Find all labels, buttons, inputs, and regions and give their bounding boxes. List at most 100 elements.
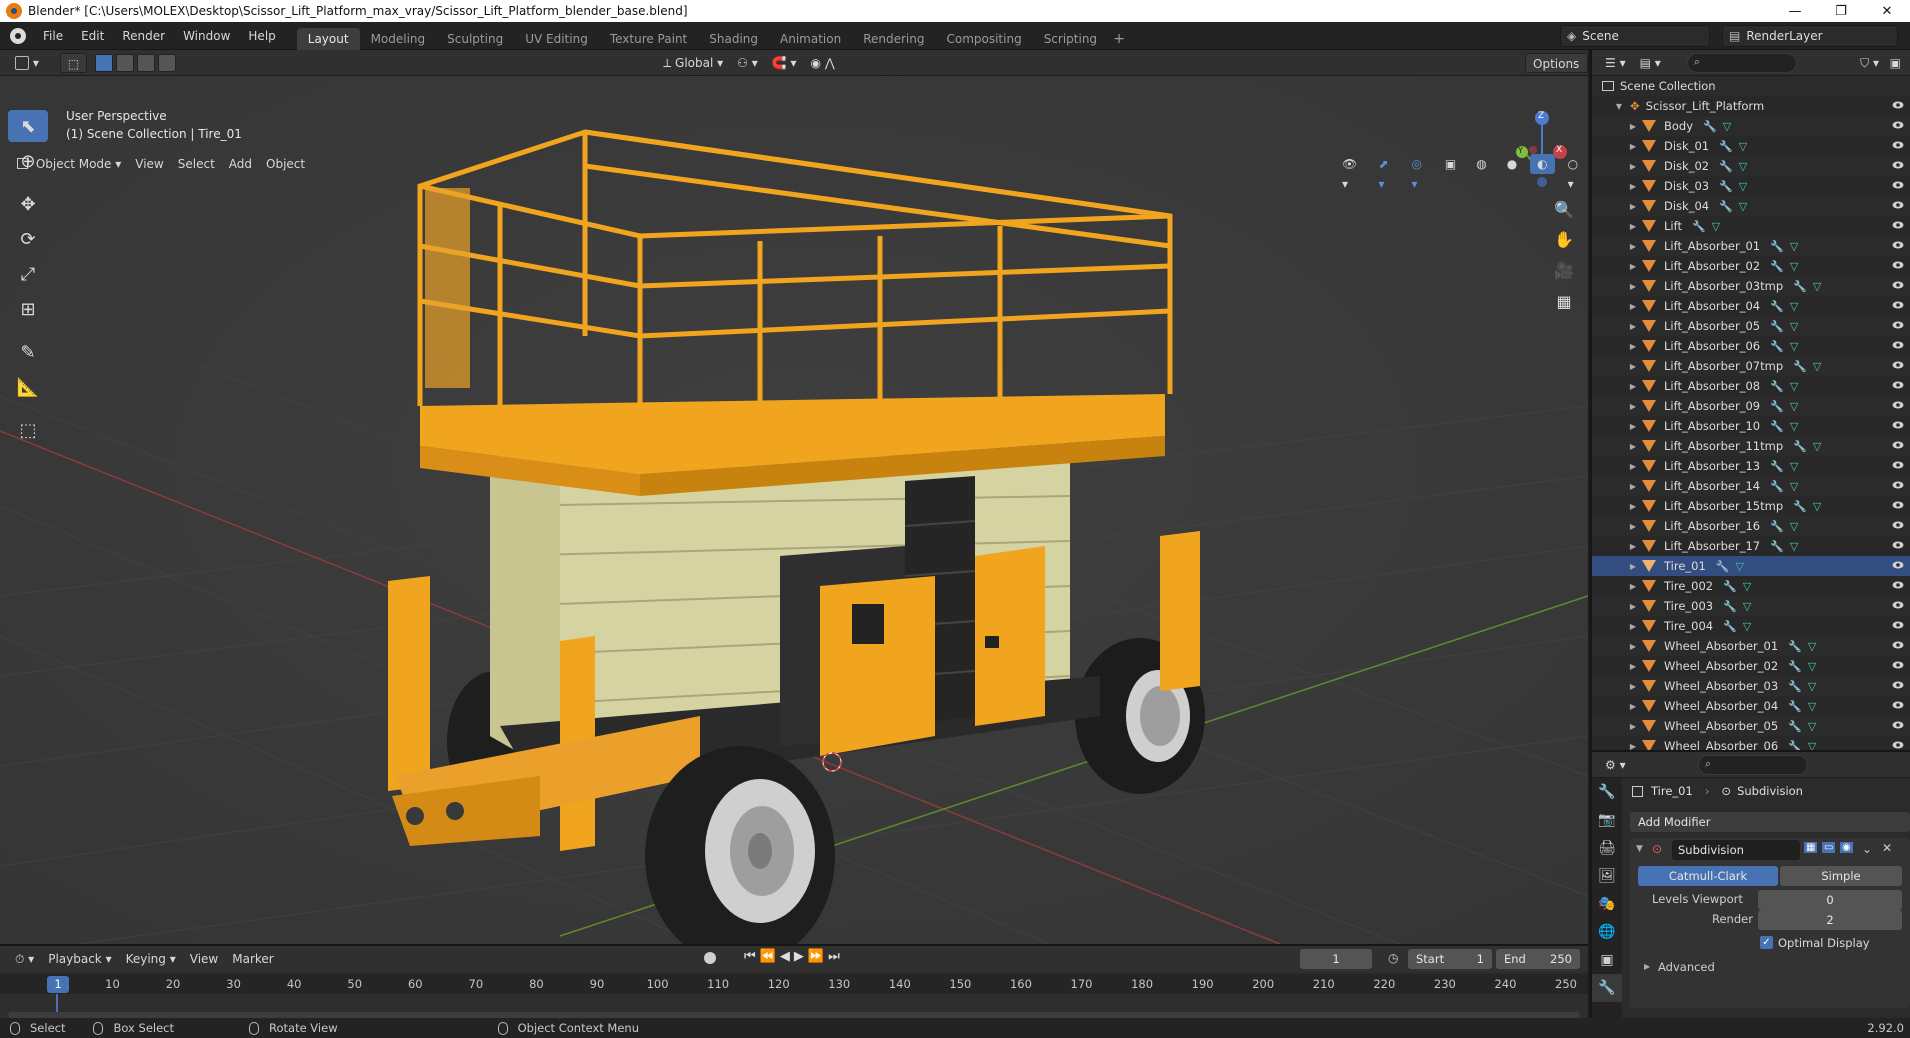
editor-type-button[interactable]: ▾ [8, 53, 46, 73]
outliner-object-row[interactable]: ▶ Lift_Absorber_07tmp 🔧 ▽ [1592, 356, 1910, 376]
menu-render[interactable]: Render [113, 25, 174, 47]
mesh-data-icon[interactable]: ▽ [1790, 380, 1798, 393]
mesh-data-icon[interactable]: ▽ [1808, 720, 1816, 733]
eye-icon[interactable] [1892, 179, 1904, 191]
mesh-data-icon[interactable]: ▽ [1790, 400, 1798, 413]
mesh-data-icon[interactable]: ▽ [1790, 520, 1798, 533]
modifier-wrench-icon[interactable]: 🔧 [1770, 540, 1784, 553]
render-toggle-icon[interactable]: ◉ [1840, 842, 1853, 853]
scene-collection-row[interactable]: Scene Collection [1592, 76, 1910, 96]
render-levels-field[interactable]: 2 [1758, 910, 1902, 930]
clock-icon[interactable]: ◷ [1388, 951, 1398, 965]
overlays-toggle-icon[interactable]: ◎ ▾ [1405, 154, 1432, 191]
visibility-selectability-icon[interactable]: 👁 ▾ [1335, 154, 1365, 191]
expand-arrow-icon[interactable]: ▶ [1628, 522, 1638, 531]
outliner-object-row[interactable]: ▶ Wheel_Absorber_04 🔧 ▽ [1592, 696, 1910, 716]
mesh-data-icon[interactable]: ▽ [1790, 540, 1798, 553]
modifier-wrench-icon[interactable]: 🔧 [1770, 480, 1784, 493]
cursor-tool-icon[interactable]: ⊕ [8, 145, 48, 177]
timeline-keyframe-area[interactable] [0, 994, 1588, 1020]
collapse-arrow-icon[interactable]: ▼ [1636, 844, 1643, 854]
outliner-object-row[interactable]: ▶ Lift_Absorber_17 🔧 ▽ [1592, 536, 1910, 556]
modifier-wrench-icon[interactable]: 🔧 [1793, 440, 1807, 453]
modifier-wrench-icon[interactable]: 🔧 [1719, 180, 1733, 193]
eye-icon[interactable] [1892, 119, 1904, 131]
expand-arrow-icon[interactable]: ▶ [1628, 682, 1638, 691]
eye-icon[interactable] [1892, 599, 1904, 611]
transform-tool-icon[interactable]: ⊞ [8, 293, 48, 325]
expand-arrow-icon[interactable]: ▶ [1628, 182, 1638, 191]
modifier-wrench-icon[interactable]: 🔧 [1788, 700, 1802, 713]
mesh-data-icon[interactable]: ▽ [1743, 580, 1751, 593]
tab-compositing[interactable]: Compositing [935, 28, 1032, 50]
menu-playback[interactable]: Playback ▾ [41, 949, 118, 969]
modifier-wrench-icon[interactable]: 🔧 [1692, 220, 1706, 233]
expand-arrow-icon[interactable]: ▶ [1628, 342, 1638, 351]
outliner-object-row[interactable]: ▶ Lift_Absorber_04 🔧 ▽ [1592, 296, 1910, 316]
outliner-object-row[interactable]: ▶ Tire_003 🔧 ▽ [1592, 596, 1910, 616]
select-box-tool-icon[interactable]: ⬉ [8, 110, 48, 142]
timeline-editor-type-button[interactable]: ⏱ ▾ [8, 949, 41, 969]
mesh-data-icon[interactable]: ▽ [1739, 200, 1747, 213]
modifier-wrench-icon[interactable]: 🔧 [1723, 600, 1737, 613]
collapse-arrow-icon[interactable]: ▼ [1614, 102, 1624, 111]
eye-icon[interactable] [1892, 239, 1904, 251]
start-frame-field[interactable]: Start 1 [1408, 949, 1492, 969]
eye-icon[interactable] [1892, 559, 1904, 571]
mesh-data-icon[interactable]: ▽ [1808, 680, 1816, 693]
outliner-object-row[interactable]: ▶ Wheel_Absorber_05 🔧 ▽ [1592, 716, 1910, 736]
menu-add[interactable]: Add [222, 154, 259, 174]
eye-icon[interactable] [1892, 399, 1904, 411]
gizmo-y-label[interactable]: Y [1518, 146, 1523, 155]
select-subtract-mode-button[interactable] [137, 53, 156, 72]
eye-icon[interactable] [1892, 539, 1904, 551]
expand-arrow-icon[interactable]: ▶ [1628, 362, 1638, 371]
outliner-object-row[interactable]: ▶ Lift_Absorber_02 🔧 ▽ [1592, 256, 1910, 276]
modifier-wrench-icon[interactable]: 🔧 [1770, 300, 1784, 313]
next-keyframe-icon[interactable]: ⏩ [808, 949, 824, 964]
solid-shading-icon[interactable]: ● [1500, 154, 1524, 174]
scene-tab-icon[interactable]: 🎭 [1592, 890, 1622, 918]
eye-icon[interactable] [1892, 619, 1904, 631]
outliner-object-row[interactable]: ▶ Lift_Absorber_15tmp 🔧 ▽ [1592, 496, 1910, 516]
modifier-wrench-icon[interactable]: 🔧 [1770, 340, 1784, 353]
camera-view-icon[interactable]: 🎥 [1551, 257, 1577, 283]
gizmo-x-label[interactable]: X [1556, 145, 1562, 155]
expand-arrow-icon[interactable]: ▶ [1628, 702, 1638, 711]
render-tab-icon[interactable]: 📷 [1592, 806, 1622, 834]
expand-arrow-icon[interactable]: ▶ [1644, 962, 1650, 971]
mesh-data-icon[interactable]: ▽ [1739, 160, 1747, 173]
select-new-mode-button[interactable] [95, 53, 114, 72]
outliner-object-row[interactable]: ▶ Disk_02 🔧 ▽ [1592, 156, 1910, 176]
expand-arrow-icon[interactable]: ▶ [1628, 222, 1638, 231]
modifier-wrench-icon[interactable]: 🔧 [1770, 460, 1784, 473]
eye-icon[interactable] [1892, 159, 1904, 171]
eye-icon[interactable] [1892, 459, 1904, 471]
measure-tool-icon[interactable]: 📐 [8, 371, 48, 403]
modifier-wrench-icon[interactable]: 🔧 [1788, 720, 1802, 733]
tool-tab-icon[interactable]: 🔧 [1592, 778, 1622, 806]
modifier-wrench-icon[interactable]: 🔧 [1770, 380, 1784, 393]
mesh-data-icon[interactable]: ▽ [1739, 180, 1747, 193]
active-tool-select-button[interactable]: ⬚ [59, 52, 88, 73]
end-frame-field[interactable]: End 250 [1496, 949, 1580, 969]
outliner-object-row[interactable]: ▶ Lift 🔧 ▽ [1592, 216, 1910, 236]
menu-marker[interactable]: Marker [225, 949, 280, 969]
eye-icon[interactable] [1892, 499, 1904, 511]
outliner-object-row[interactable]: ▶ Body 🔧 ▽ [1592, 116, 1910, 136]
eye-icon[interactable] [1892, 719, 1904, 731]
mesh-data-icon[interactable]: ▽ [1743, 600, 1751, 613]
expand-arrow-icon[interactable]: ▶ [1628, 462, 1638, 471]
outliner-object-row[interactable]: ▶ Lift_Absorber_06 🔧 ▽ [1592, 336, 1910, 356]
mesh-data-icon[interactable]: ▽ [1790, 480, 1798, 493]
eye-icon[interactable] [1892, 299, 1904, 311]
mesh-data-icon[interactable]: ▽ [1790, 460, 1798, 473]
expand-arrow-icon[interactable]: ▶ [1628, 622, 1638, 631]
tab-shading[interactable]: Shading [698, 28, 769, 50]
mesh-data-icon[interactable]: ▽ [1723, 120, 1731, 133]
mesh-data-icon[interactable]: ▽ [1790, 260, 1798, 273]
mesh-data-icon[interactable]: ▽ [1813, 280, 1821, 293]
chevron-down-icon[interactable]: ⌄ [1862, 842, 1872, 856]
tab-animation[interactable]: Animation [769, 28, 852, 50]
outliner-object-row[interactable]: ▶ Disk_01 🔧 ▽ [1592, 136, 1910, 156]
